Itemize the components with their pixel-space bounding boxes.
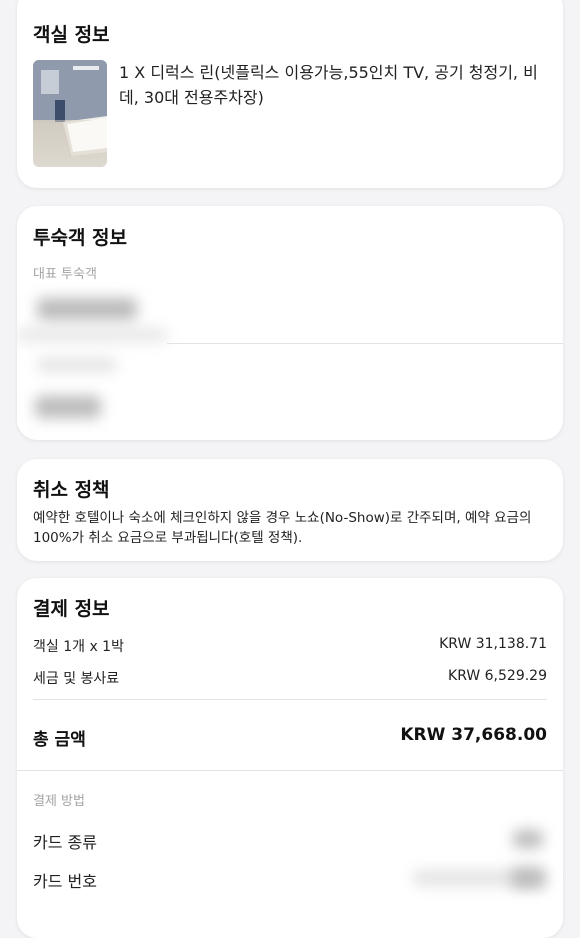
total-divider: [17, 770, 563, 771]
tax-fee-label: 세금 및 봉사료: [33, 671, 120, 687]
room-thumbnail-image[interactable]: [33, 60, 107, 167]
card-type-redacted: [513, 830, 543, 848]
redaction-smear: [17, 328, 167, 342]
tax-fee-value: KRW 6,529.29: [448, 668, 547, 684]
room-nights-value: KRW 31,138.71: [439, 636, 547, 652]
guest-divider: [167, 343, 563, 344]
subtotal-divider: [33, 699, 547, 700]
total-value: KRW 37,668.00: [400, 725, 547, 745]
card-type-label: 카드 종류: [33, 833, 97, 852]
contact-value-redacted: [35, 396, 101, 418]
guest-info-card: 투숙객 정보 대표 투숙객: [17, 206, 563, 440]
guest-info-title: 투숙객 정보: [33, 227, 128, 249]
payment-info-card: 결제 정보 객실 1개 x 1박 KRW 31,138.71 세금 및 봉사료 …: [17, 578, 563, 938]
contact-label-redacted: [37, 358, 117, 372]
total-label: 총 금액: [33, 730, 86, 750]
room-nights-label: 객실 1개 x 1박: [33, 639, 124, 655]
room-info-card: 객실 정보 1 X 디럭스 린(넷플릭스 이용가능,55인치 TV, 공기 청정…: [17, 0, 563, 188]
card-number-label: 카드 번호: [33, 872, 97, 891]
cancel-policy-card: 취소 정책 예약한 호텔이나 숙소에 체크인하지 않을 경우 노쇼(No-Sho…: [17, 459, 563, 561]
card-number-redacted: [511, 868, 545, 888]
cancel-policy-title: 취소 정책: [33, 479, 110, 501]
guest-name-redacted: [37, 298, 137, 320]
cancel-policy-text: 예약한 호텔이나 숙소에 체크인하지 않을 경우 노쇼(No-Show)로 간주…: [33, 510, 532, 546]
lead-guest-label: 대표 투숙객: [33, 267, 97, 282]
room-description: 1 X 디럭스 린(넷플릭스 이용가능,55인치 TV, 공기 청정기, 비데,…: [119, 63, 538, 107]
room-info-title: 객실 정보: [33, 24, 110, 46]
payment-method-label: 결제 방법: [33, 794, 85, 809]
payment-info-title: 결제 정보: [33, 598, 110, 620]
